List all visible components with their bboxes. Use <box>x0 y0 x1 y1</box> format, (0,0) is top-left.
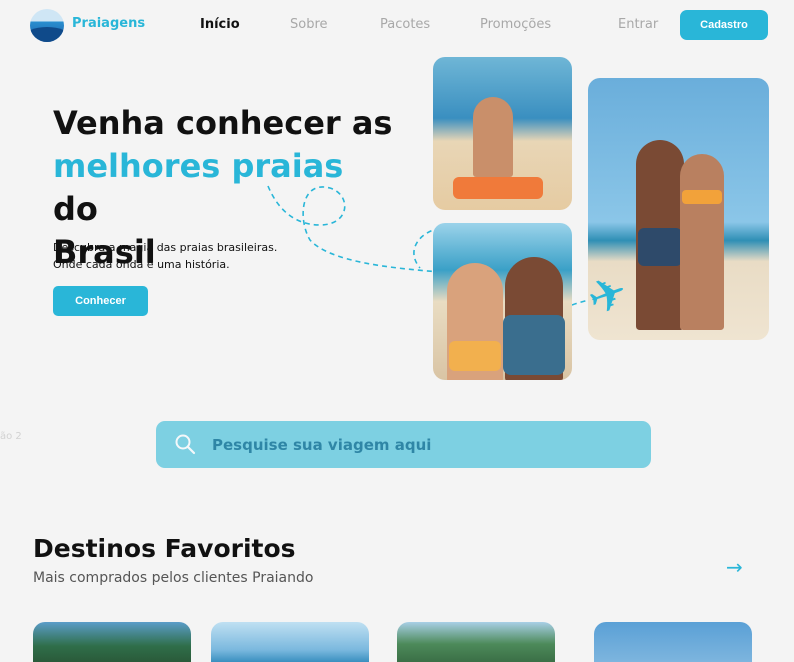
hero-subtitle-line1: Descubra a magia das praias brasileiras. <box>53 241 278 254</box>
nav-sobre[interactable]: Sobre <box>290 17 328 32</box>
search-bar[interactable] <box>156 421 651 468</box>
section-title: Destinos Favoritos <box>33 534 296 563</box>
search-icon <box>175 434 196 455</box>
nav-entrar[interactable]: Entrar <box>618 17 658 32</box>
conhecer-button[interactable]: Conhecer <box>53 286 148 316</box>
top-navbar: Praiagens Início Sobre Pacotes Promoções… <box>0 0 794 52</box>
hero-subtitle: Descubra a magia das praias brasileiras.… <box>53 239 313 273</box>
side-label: ão 2 <box>0 431 22 442</box>
nav-promocoes[interactable]: Promoções <box>480 17 551 32</box>
destination-card[interactable] <box>594 622 752 662</box>
nav-inicio[interactable]: Início <box>200 17 240 32</box>
beach-photo-couple <box>433 223 572 380</box>
hero-title-line1: Venha conhecer as <box>53 104 393 142</box>
nav-pacotes[interactable]: Pacotes <box>380 17 430 32</box>
section-subtitle: Mais comprados pelos clientes Praiando <box>33 570 314 586</box>
hero-title-do: do <box>53 190 98 228</box>
beach-photo-woman-sitting <box>433 57 572 210</box>
brand-logo-icon[interactable] <box>30 9 64 42</box>
search-input[interactable] <box>212 421 632 468</box>
signup-button[interactable]: Cadastro <box>680 10 768 40</box>
hero-title-highlight: melhores praias <box>53 147 344 185</box>
destination-card[interactable] <box>211 622 369 662</box>
brand-name[interactable]: Praiagens <box>72 16 145 31</box>
hero-subtitle-line2: Onde cada onda é uma história. <box>53 258 230 271</box>
destination-card[interactable] <box>397 622 555 662</box>
destination-card[interactable] <box>33 622 191 662</box>
arrow-right-icon[interactable]: → <box>726 555 743 579</box>
